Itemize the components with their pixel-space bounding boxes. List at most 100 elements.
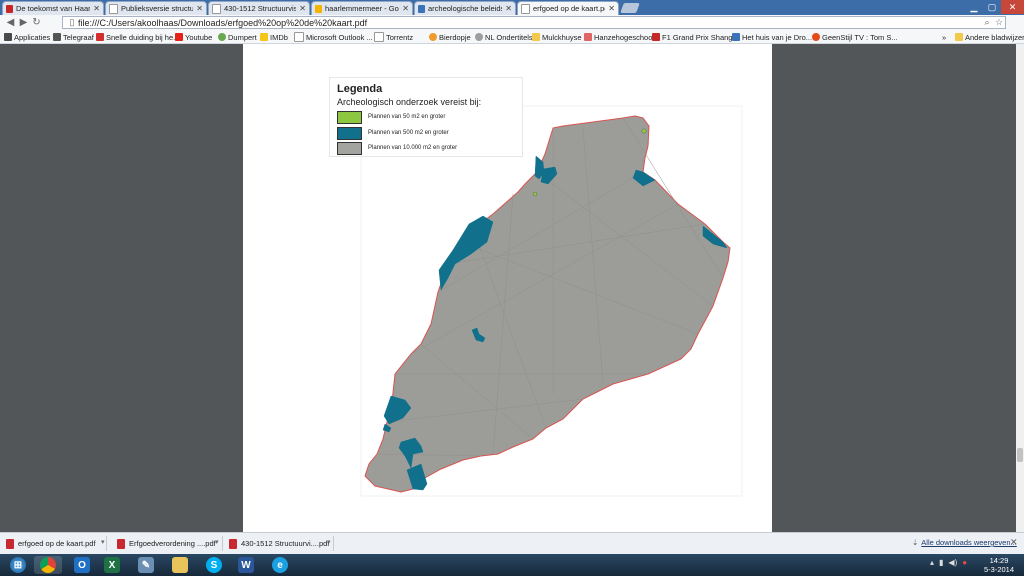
hanze-icon xyxy=(584,33,592,41)
taskbar-explorer[interactable] xyxy=(166,556,194,574)
bookmark-f1-grand-prix[interactable]: F1 Grand Prix Shang... xyxy=(652,32,739,42)
bookmark-label: Hanzehogeschool xyxy=(594,32,655,42)
bookmark-label: Microsoft Outlook ... xyxy=(306,32,373,42)
tab-title: erfgoed op de kaart.pdf xyxy=(533,4,606,13)
taskbar-word[interactable]: W xyxy=(232,556,260,574)
download-item-structuurvisie[interactable]: 430-1512 Structuurvi....pdf xyxy=(229,536,329,551)
bookmark-outlook[interactable]: Microsoft Outlook ... xyxy=(294,32,373,42)
page-icon: ▯ xyxy=(69,17,75,27)
bookmark-nl-ondertitels[interactable]: NL Ondertitels xyxy=(475,32,533,42)
legend-swatch-teal xyxy=(337,126,362,140)
tab-archeologische-beleidskaart[interactable]: archeologische beleidskaa ✕ xyxy=(414,1,516,15)
tab-publieksversie[interactable]: Publieksversie structuurv ✕ xyxy=(105,1,207,15)
address-bar[interactable]: ▯ file:///C:/Users/akoolhaas/Downloads/e… xyxy=(62,16,1006,29)
bookmark-label: Applicaties xyxy=(14,32,51,42)
taskbar-excel[interactable]: X xyxy=(98,556,126,574)
clock-time: 14:29 xyxy=(989,556,1009,565)
close-window-button[interactable]: ✕ xyxy=(1001,0,1024,14)
taskbar-clock[interactable]: 14:29 5-3-2014 xyxy=(984,556,1014,574)
page-icon xyxy=(521,3,530,14)
other-bookmarks-folder[interactable]: Andere bladwijzers xyxy=(955,32,1024,42)
back-arrow-icon[interactable]: ◀ xyxy=(4,16,17,29)
dumpert-icon xyxy=(218,33,226,41)
taskbar-skype[interactable]: S xyxy=(200,556,228,574)
taskbar-paint[interactable]: ✎ xyxy=(132,556,160,574)
tab-close-icon[interactable]: ✕ xyxy=(608,4,615,13)
tab-close-icon[interactable]: ✕ xyxy=(505,4,512,13)
download-menu-caret-icon[interactable]: ▾ xyxy=(215,538,219,546)
bookmark-label: IMDb xyxy=(270,32,288,42)
forward-arrow-icon[interactable]: ▶ xyxy=(17,16,30,29)
maximize-button[interactable]: ▢ xyxy=(983,0,1001,14)
bookmark-geenstijl[interactable]: GeenStijl TV : Tom S... xyxy=(812,32,898,42)
download-item-erfgoedverordening[interactable]: Erfgoedverordening ....pdf xyxy=(117,536,216,551)
show-all-downloads-link[interactable]: ⇣ Alle downloads weergeven... xyxy=(912,538,1017,547)
download-menu-caret-icon[interactable]: ▾ xyxy=(101,538,105,546)
bookmark-star-icon[interactable]: ☆ xyxy=(993,17,1005,28)
bookmark-huis-van-je-dromen[interactable]: Het huis van je Dro... xyxy=(732,32,812,42)
tab-structuurvisie[interactable]: 430-1512 Structuurvisie_Li ✕ xyxy=(208,1,310,15)
tab-haarlemmermeer-google[interactable]: haarlemmermeer - Google ✕ xyxy=(311,1,413,15)
map-legend: Legenda Archeologisch onderzoek vereist … xyxy=(329,77,523,157)
bookmark-bierdopje[interactable]: Bierdopje xyxy=(429,32,471,42)
close-shelf-icon[interactable]: ✕ xyxy=(1010,537,1018,548)
bierdopje-icon xyxy=(429,33,437,41)
legend-title: Legenda xyxy=(337,83,383,95)
folder-icon xyxy=(955,33,963,41)
mulckhuyse-icon xyxy=(532,33,540,41)
excel-icon: X xyxy=(104,557,120,573)
bookmarks-overflow-button[interactable]: » xyxy=(942,32,946,42)
tab-erfgoed-op-de-kaart[interactable]: erfgoed op de kaart.pdf ✕ xyxy=(517,1,619,15)
page-icon xyxy=(212,3,221,14)
download-divider xyxy=(333,536,334,551)
download-item-erfgoed[interactable]: erfgoed op de kaart.pdf xyxy=(6,536,96,551)
taskbar-internet-explorer[interactable]: e xyxy=(266,556,294,574)
taskbar-outlook[interactable]: O xyxy=(68,556,96,574)
bookmark-youtube[interactable]: Youtube xyxy=(175,32,212,42)
overflow-label: » xyxy=(942,32,947,42)
start-button[interactable]: ⊞ xyxy=(4,556,32,574)
nl-ondertitels-icon xyxy=(475,33,483,41)
show-all-downloads-label: Alle downloads weergeven... xyxy=(921,538,1017,547)
bookmark-label: Dumpert xyxy=(228,32,257,42)
zone-point-north xyxy=(641,128,647,134)
scrollbar-thumb[interactable] xyxy=(1017,448,1023,462)
network-icon[interactable]: ▮ xyxy=(939,558,943,567)
address-url[interactable]: file:///C:/Users/akoolhaas/Downloads/erf… xyxy=(78,18,981,28)
apps-grid-icon xyxy=(4,33,12,41)
bookmark-applicaties[interactable]: Applicaties xyxy=(4,32,50,42)
pdf-viewer[interactable]: Legenda Archeologisch onderzoek vereist … xyxy=(0,44,1016,532)
download-divider xyxy=(222,536,223,551)
tray-arrow-icon[interactable]: ▴ xyxy=(930,558,934,567)
minimize-button[interactable]: ▁ xyxy=(965,0,983,14)
taskbar-chrome[interactable] xyxy=(34,556,62,574)
legend-item-500m2: Plannen van 500 m2 en groter xyxy=(337,126,449,140)
tab-de-toekomst[interactable]: De toekomst van Haarlem ✕ xyxy=(2,1,104,15)
bookmark-snelle-duiding[interactable]: Snelle duiding bij he... xyxy=(96,32,179,42)
bookmark-label: Mulckhuyse xyxy=(542,32,582,42)
volume-icon[interactable]: ◀) xyxy=(948,558,957,567)
tab-close-icon[interactable]: ✕ xyxy=(299,4,306,13)
bookmark-hanzehogeschool[interactable]: Hanzehogeschool xyxy=(584,32,654,42)
tab-close-icon[interactable]: ✕ xyxy=(402,4,409,13)
bookmark-torrentz[interactable]: Torrentz xyxy=(374,32,413,42)
tab-favicon xyxy=(6,4,13,13)
bookmarks-bar: Applicaties Telegraaf Snelle duiding bij… xyxy=(0,30,1024,44)
bookmark-dumpert[interactable]: Dumpert xyxy=(218,32,257,42)
tab-close-icon[interactable]: ✕ xyxy=(93,4,100,13)
skype-icon: S xyxy=(206,557,222,573)
pdf-page: Legenda Archeologisch onderzoek vereist … xyxy=(243,44,772,532)
bookmark-imdb[interactable]: IMDb xyxy=(260,32,288,42)
tab-close-icon[interactable]: ✕ xyxy=(196,4,203,13)
bookmark-mulckhuyse[interactable]: Mulckhuyse xyxy=(532,32,582,42)
download-menu-caret-icon[interactable]: ▾ xyxy=(327,538,331,546)
zoom-icon[interactable]: ⌕ xyxy=(981,17,993,28)
tab-title: haarlemmermeer - Google xyxy=(325,4,399,13)
reload-icon[interactable]: ↻ xyxy=(30,16,43,29)
legend-item-10000m2: Plannen van 10.000 m2 en groter xyxy=(337,141,457,155)
bookmark-telegraaf[interactable]: Telegraaf xyxy=(53,32,94,42)
vertical-scrollbar[interactable] xyxy=(1016,44,1024,532)
download-arrow-icon: ⇣ xyxy=(912,538,919,547)
new-tab-button[interactable] xyxy=(620,3,640,13)
notification-icon[interactable]: ● xyxy=(962,558,967,567)
